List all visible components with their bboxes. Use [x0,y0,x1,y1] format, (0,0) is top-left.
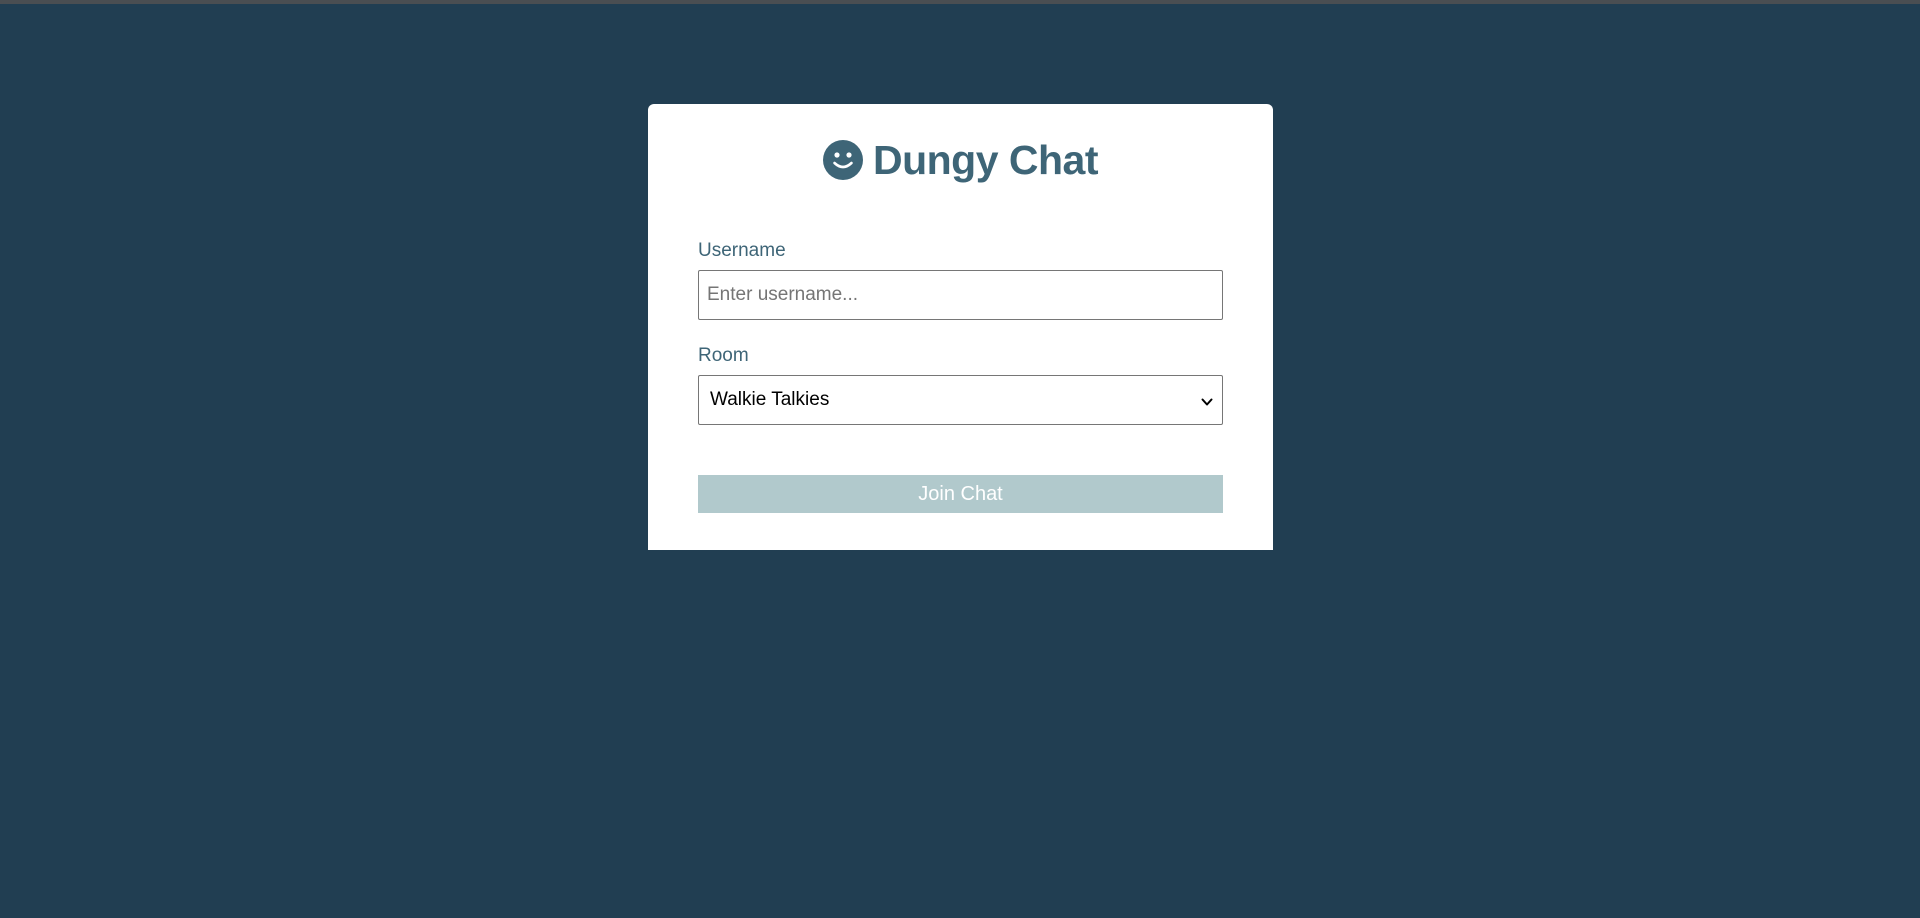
app-title: Dungy Chat [872,136,1099,183]
browser-top-strip [0,0,1920,4]
join-card: Dungy Chat Username Room Walkie Talkies … [648,104,1273,550]
join-chat-button[interactable]: Join Chat [698,475,1223,513]
header: Dungy Chat [648,132,1273,188]
username-input[interactable] [698,270,1223,320]
username-label: Username [698,240,786,261]
chevron-down-icon [1200,393,1214,407]
room-select-value: Walkie Talkies [710,389,830,410]
room-label: Room [698,345,749,366]
smiley-icon [822,140,863,180]
room-select[interactable]: Walkie Talkies [698,375,1223,425]
